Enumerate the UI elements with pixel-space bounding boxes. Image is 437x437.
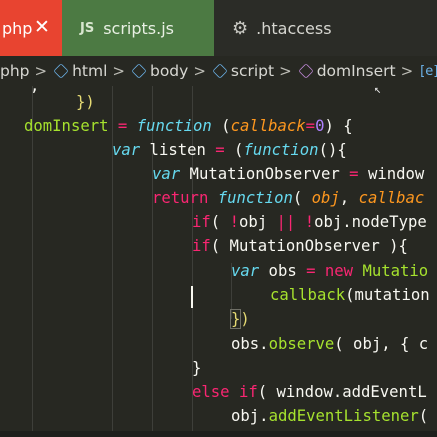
breadcrumb-item-variable[interactable]: [e] xyxy=(418,64,437,79)
code-line: return function( obj, callbac xyxy=(152,189,425,207)
tab-php[interactable]: php ✕ xyxy=(0,0,62,56)
breadcrumb-label: script xyxy=(230,62,275,80)
breadcrumb-label: php xyxy=(0,62,30,80)
text-caret xyxy=(191,286,193,308)
breadcrumb-item-script[interactable]: script xyxy=(211,62,274,80)
code-line: obj.addEventListener( xyxy=(231,407,429,425)
breadcrumb-item-html[interactable]: html xyxy=(52,62,107,80)
code-line: var obs = new Mutatio xyxy=(231,262,429,280)
breadcrumb-label: html xyxy=(72,62,108,80)
tab-scripts-js[interactable]: JS scripts.js xyxy=(62,0,214,56)
variable-icon: [e] xyxy=(420,63,437,79)
breadcrumb-item-body[interactable]: body xyxy=(130,62,188,80)
code-line: var MutationObserver = window xyxy=(152,165,425,183)
element-icon xyxy=(53,63,69,79)
code-line: if( !obj || !obj.nodeType xyxy=(192,213,427,231)
code-line: else if( window.addEventL xyxy=(192,383,427,401)
breadcrumb-label: body xyxy=(149,62,189,80)
tab-label: scripts.js xyxy=(103,18,174,38)
code-line: callback(mutation xyxy=(270,286,430,304)
close-icon[interactable]: ✕ xyxy=(34,16,50,38)
element-icon xyxy=(131,63,147,79)
chevron-right-icon: > xyxy=(279,62,292,80)
chevron-right-icon: > xyxy=(112,62,125,80)
breadcrumb: php > html > body > script > domInsert >… xyxy=(0,56,437,86)
code-line: }) xyxy=(229,309,250,329)
code-line: var listen = (function(){ xyxy=(112,141,347,159)
chevron-right-icon: > xyxy=(400,62,414,80)
tab-label: .htaccess xyxy=(256,18,332,38)
status-bar xyxy=(0,431,437,437)
code-line: if( MutationObserver ){ xyxy=(192,237,408,255)
method-icon xyxy=(297,63,314,79)
gear-icon: ⚙ xyxy=(232,17,249,39)
breadcrumb-item-dominsert[interactable]: domInsert xyxy=(297,62,396,80)
element-icon xyxy=(212,63,228,79)
code-line: , xyxy=(30,77,40,95)
code-line: } xyxy=(192,359,202,377)
tab-label: php xyxy=(2,18,33,38)
tab-htaccess[interactable]: ⚙ .htaccess xyxy=(214,0,437,56)
code-line: domInsert = function (callback=0) { xyxy=(24,117,353,135)
tab-bar: php ✕ JS scripts.js ⚙ .htaccess xyxy=(0,0,437,56)
indent-guide xyxy=(32,86,33,437)
code-line: obs.observe( obj, { c xyxy=(231,335,429,353)
code-editor[interactable]: , }) domInsert = function (callback=0) {… xyxy=(0,77,437,437)
js-file-icon: JS xyxy=(80,20,95,36)
chevron-right-icon: > xyxy=(193,62,206,80)
breadcrumb-item-php[interactable]: php xyxy=(0,62,30,80)
code-line: }) xyxy=(76,93,95,111)
breadcrumb-label: domInsert xyxy=(316,62,396,80)
